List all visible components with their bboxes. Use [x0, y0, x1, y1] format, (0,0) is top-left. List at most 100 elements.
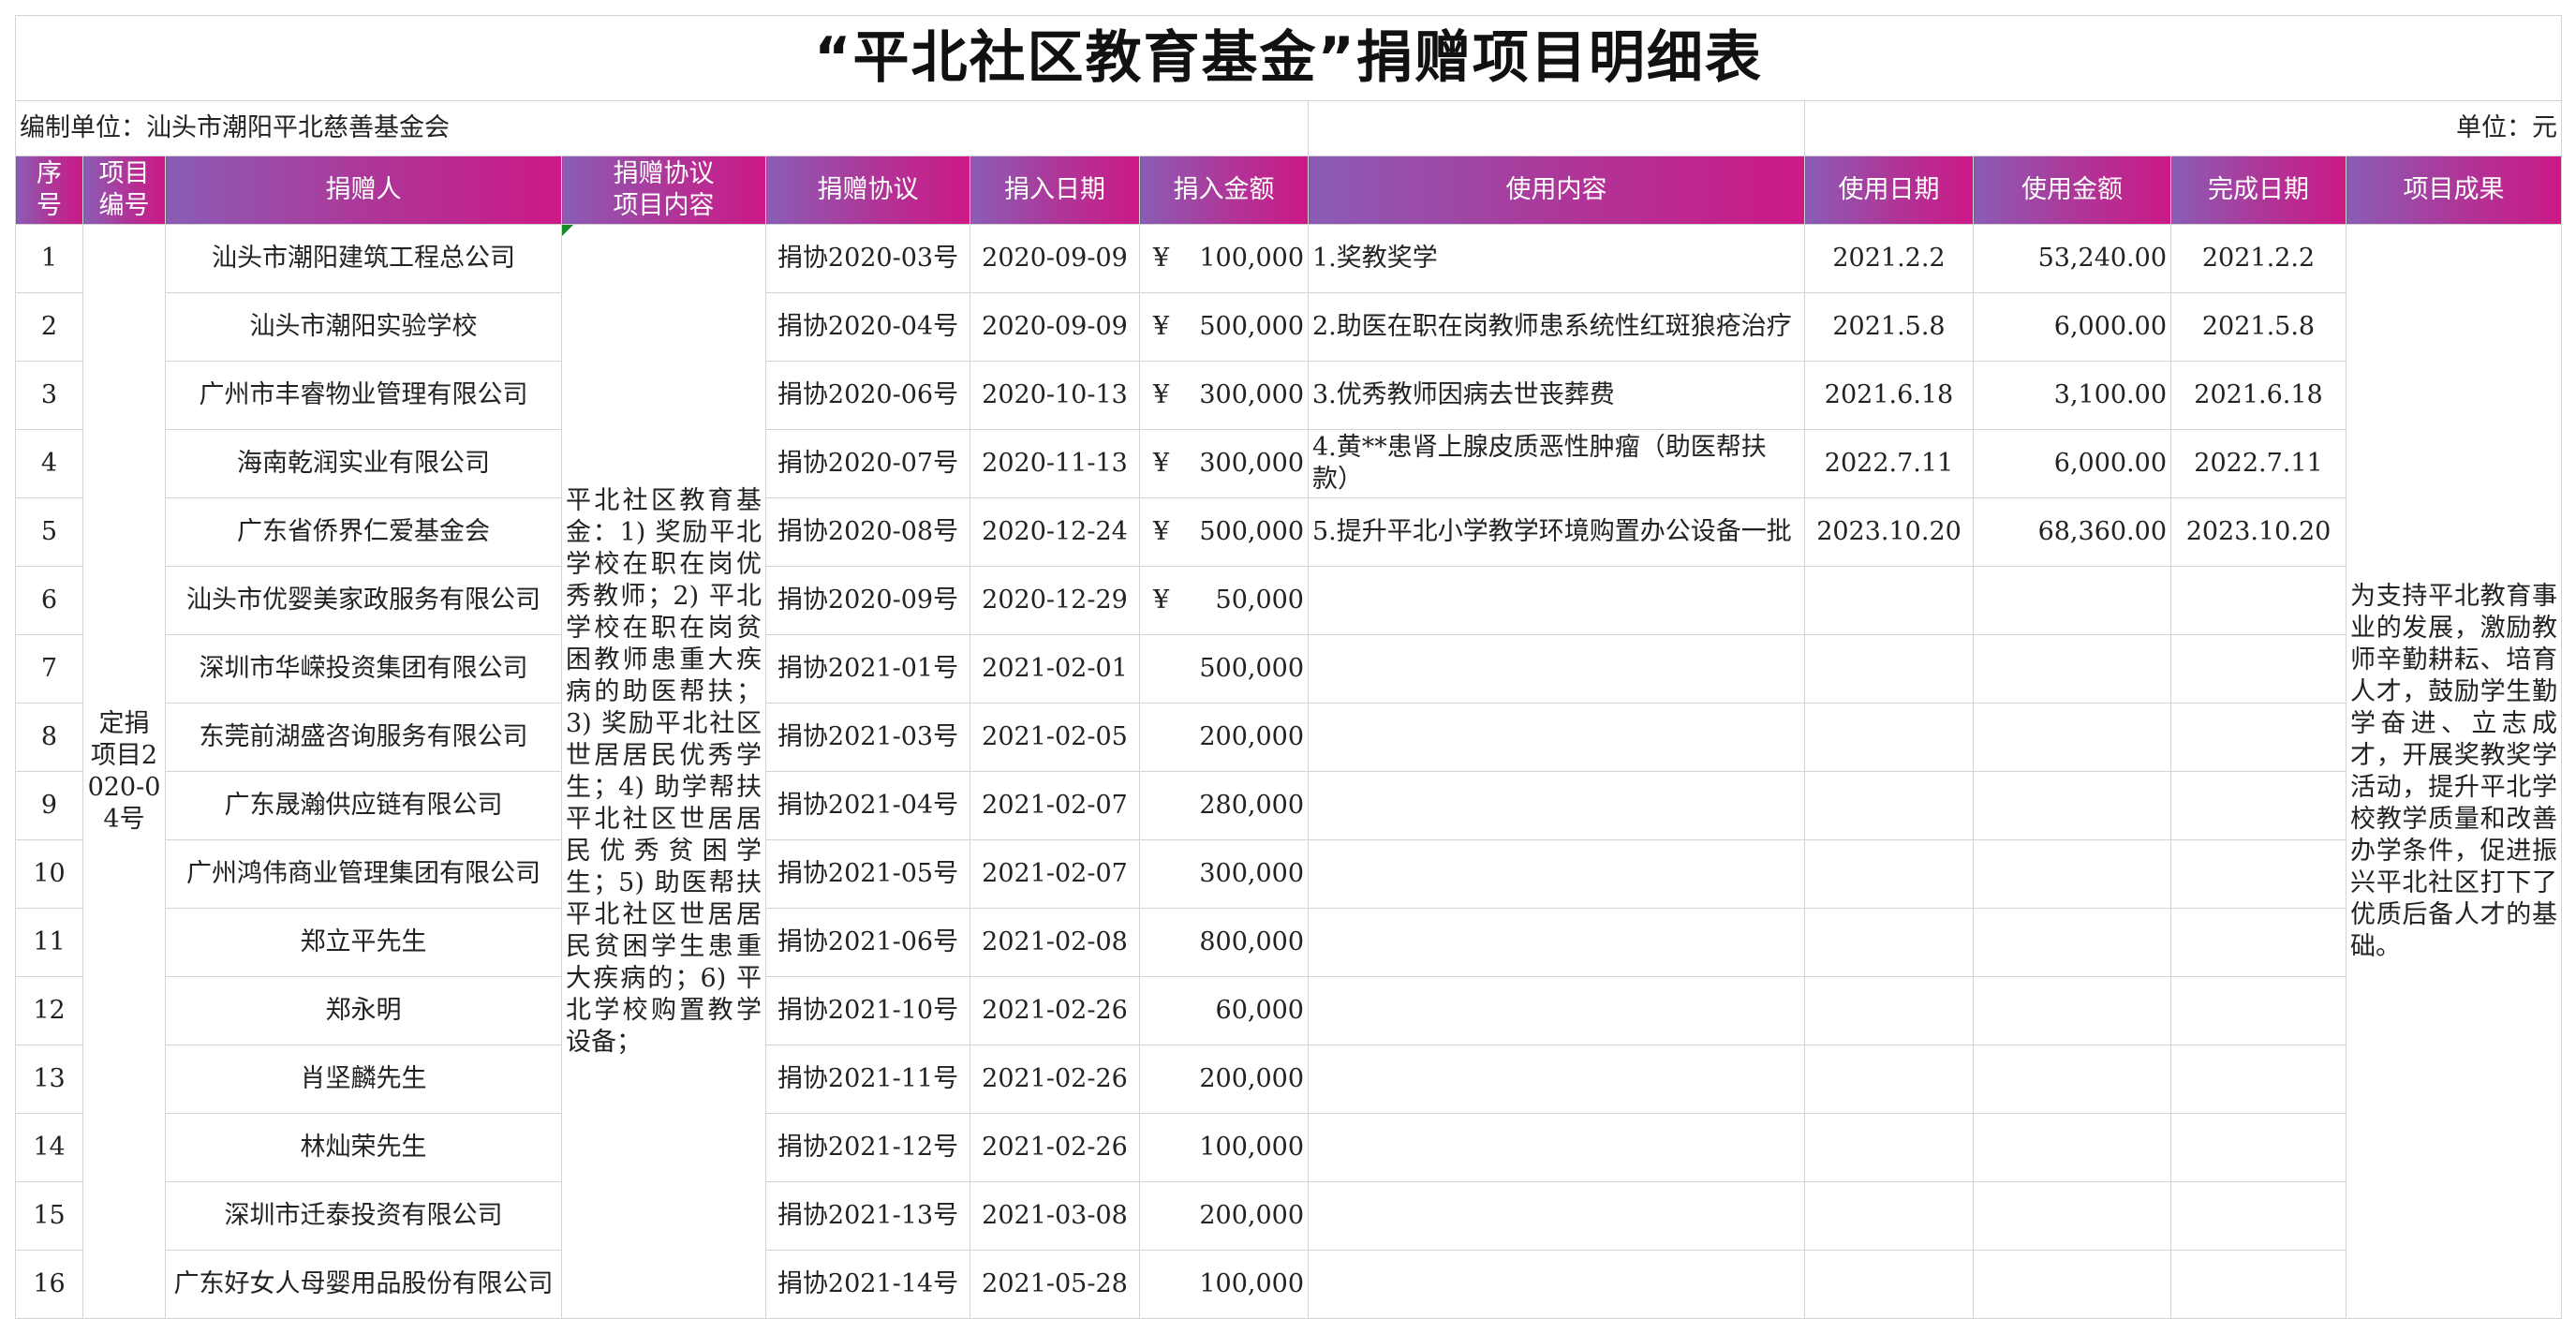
donor-cell: 汕头市优婴美家政服务有限公司	[165, 566, 562, 635]
table-row: 4 海南乾润实业有限公司 捐协2020-07号 2020-11-13 ¥300,000 4…	[15, 429, 2562, 498]
use-date-cell: 2021.2.2	[1804, 224, 1974, 293]
agreement-no-cell: 捐协2020-09号	[765, 566, 970, 635]
seq-cell: 3	[15, 361, 83, 430]
amount-value: 200,000	[1199, 1201, 1304, 1230]
in-date-cell: 2021-02-26	[970, 1113, 1140, 1182]
table-row: 11 郑立平先生 捐协2021-06号 2021-02-08 800,000	[15, 908, 2562, 977]
use-content-cell: 5.提升平北小学教学环境购置办公设备一批	[1308, 497, 1805, 567]
in-amount-cell: 200,000	[1139, 1045, 1309, 1114]
amount-value: 60,000	[1215, 996, 1304, 1025]
donor-cell: 广东省侨界仁爱基金会	[165, 497, 562, 567]
table-row: 2 汕头市潮阳实验学校 捐协2020-04号 2020-09-09 ¥500,000 2.…	[15, 292, 2562, 362]
amount-value: 50,000	[1215, 585, 1304, 615]
donor-cell: 广州鸿伟商业管理集团有限公司	[165, 839, 562, 909]
use-content-cell	[1308, 976, 1805, 1045]
table-row: 10 广州鸿伟商业管理集团有限公司 捐协2021-05号 2021-02-07 300,…	[15, 839, 2562, 909]
in-amount-cell: ¥300,000	[1139, 361, 1309, 430]
amount-value: 200,000	[1199, 1064, 1304, 1093]
donor-cell: 汕头市潮阳实验学校	[165, 292, 562, 362]
seq-cell: 5	[15, 497, 83, 567]
seq-cell: 9	[15, 771, 83, 840]
use-date-cell	[1804, 908, 1974, 977]
header-project-no: 项目编号	[82, 156, 166, 225]
use-date-cell	[1804, 1113, 1974, 1182]
compiler-label: 编制单位：汕头市潮阳平北慈善基金会	[15, 100, 1309, 156]
in-date-cell: 2021-02-08	[970, 908, 1140, 977]
table-row: 9 广东晟瀚供应链有限公司 捐协2021-04号 2021-02-07 280,000	[15, 771, 2562, 840]
amount-value: 300,000	[1199, 859, 1304, 888]
header-use-date: 使用日期	[1804, 156, 1974, 225]
in-date-cell: 2021-02-01	[970, 634, 1140, 704]
in-amount-cell: 300,000	[1139, 839, 1309, 909]
use-content-cell	[1308, 1250, 1805, 1319]
in-date-cell: 2020-12-24	[970, 497, 1140, 567]
donor-cell: 广东晟瀚供应链有限公司	[165, 771, 562, 840]
use-content-cell	[1308, 703, 1805, 772]
header-donor: 捐赠人	[165, 156, 562, 225]
use-content-cell	[1308, 1113, 1805, 1182]
agreement-no-cell: 捐协2021-10号	[765, 976, 970, 1045]
agreement-no-cell: 捐协2021-12号	[765, 1113, 970, 1182]
agreement-no-cell: 捐协2021-05号	[765, 839, 970, 909]
header-in-date: 捐入日期	[970, 156, 1140, 225]
done-date-cell	[2170, 703, 2347, 772]
done-date-cell	[2170, 1250, 2347, 1319]
use-content-cell	[1308, 771, 1805, 840]
in-date-cell: 2020-11-13	[970, 429, 1140, 498]
table-row: 16 广东好女人母婴用品股份有限公司 捐协2021-14号 2021-05-28 100…	[15, 1250, 2562, 1319]
in-date-cell: 2021-02-05	[970, 703, 1140, 772]
done-date-cell	[2170, 634, 2347, 704]
header-in-amount: 捐入金额	[1139, 156, 1309, 225]
table-row: 14 林灿荣先生 捐协2021-12号 2021-02-26 100,000	[15, 1113, 2562, 1182]
in-amount-cell: ¥500,000	[1139, 292, 1309, 362]
yen-symbol: ¥	[1153, 585, 1170, 615]
in-date-cell: 2021-03-08	[970, 1181, 1140, 1251]
amount-value: 100,000	[1199, 1133, 1304, 1162]
done-date-cell	[2170, 1045, 2347, 1114]
project-no-cell: 定捐项目2020-04号	[82, 224, 166, 1319]
in-amount-cell: 500,000	[1139, 634, 1309, 704]
agreement-no-cell: 捐协2020-04号	[765, 292, 970, 362]
use-content-cell: 2.助医在职在岗教师患系统性红斑狼疮治疗	[1308, 292, 1805, 362]
use-amount-cell	[1973, 1181, 2171, 1251]
table-row: 13 肖坚麟先生 捐协2021-11号 2021-02-26 200,000	[15, 1045, 2562, 1114]
unit-label: 单位：元	[1804, 100, 2562, 156]
use-content-cell	[1308, 634, 1805, 704]
table-row: 15 深圳市迁泰投资有限公司 捐协2021-13号 2021-03-08 200,000	[15, 1181, 2562, 1251]
in-amount-cell: 200,000	[1139, 1181, 1309, 1251]
donor-cell: 郑永明	[165, 976, 562, 1045]
in-date-cell: 2020-10-13	[970, 361, 1140, 430]
in-date-cell: 2021-05-28	[970, 1250, 1140, 1319]
use-date-cell	[1804, 703, 1974, 772]
use-amount-cell	[1973, 976, 2171, 1045]
use-content-cell	[1308, 1045, 1805, 1114]
in-date-cell: 2021-02-26	[970, 1045, 1140, 1114]
in-date-cell: 2021-02-07	[970, 771, 1140, 840]
yen-symbol: ¥	[1153, 380, 1170, 409]
use-amount-cell: 68,360.00	[1973, 497, 2171, 567]
agreement-no-cell: 捐协2021-01号	[765, 634, 970, 704]
agreement-no-cell: 捐协2021-14号	[765, 1250, 970, 1319]
use-content-cell: 3.优秀教师因病去世丧葬费	[1308, 361, 1805, 430]
amount-value: 100,000	[1199, 1269, 1304, 1298]
in-amount-cell: 280,000	[1139, 771, 1309, 840]
in-amount-cell: 60,000	[1139, 976, 1309, 1045]
agreement-no-cell: 捐协2020-06号	[765, 361, 970, 430]
agreement-no-cell: 捐协2021-11号	[765, 1045, 970, 1114]
header-agreement: 捐赠协议	[765, 156, 970, 225]
table-row: 5 广东省侨界仁爱基金会 捐协2020-08号 2020-12-24 ¥500,000 5…	[15, 497, 2562, 567]
done-date-cell: 2022.7.11	[2170, 429, 2347, 498]
table-row: 8 东莞前湖盛咨询服务有限公司 捐协2021-03号 2021-02-05 200,00…	[15, 703, 2562, 772]
use-amount-cell	[1973, 634, 2171, 704]
in-date-cell: 2021-02-07	[970, 839, 1140, 909]
header-agreement-content: 捐赠协议项目内容	[561, 156, 766, 225]
page-title: “平北社区教育基金”捐赠项目明细表	[15, 15, 2562, 101]
header-use-amount: 使用金额	[1973, 156, 2171, 225]
amount-value: 500,000	[1199, 517, 1304, 546]
yen-symbol: ¥	[1153, 244, 1170, 273]
header-use-content: 使用内容	[1308, 156, 1805, 225]
agreement-content-cell: 平北社区教育基金：1) 奖励平北学校在职在岗优秀教师；2) 平北学校在职在岗贫困…	[561, 224, 766, 1319]
donor-cell: 郑立平先生	[165, 908, 562, 977]
done-date-cell	[2170, 976, 2347, 1045]
use-date-cell	[1804, 1045, 1974, 1114]
